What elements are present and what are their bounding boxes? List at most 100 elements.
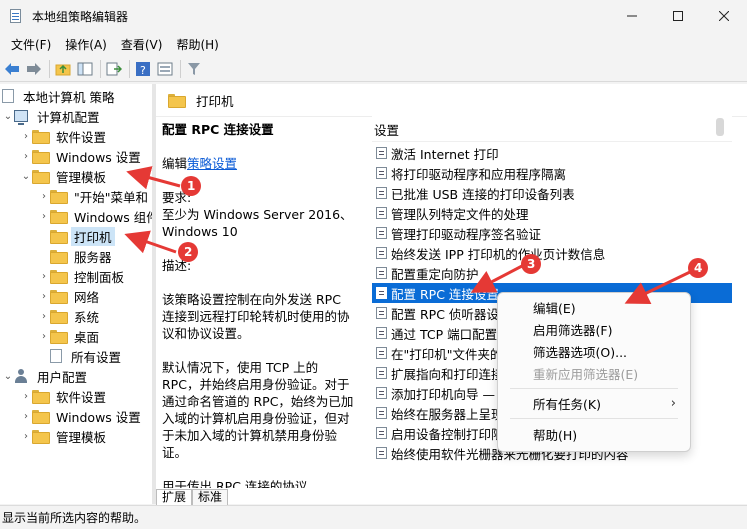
tree-item-desktop[interactable]: › 桌面 — [38, 326, 102, 346]
policy-setting-icon — [376, 227, 387, 239]
policy-setting-icon — [376, 327, 387, 339]
setting-row[interactable]: 将打印驱动程序和应用程序隔离 — [372, 163, 732, 183]
menu-file[interactable]: 文件(F) — [4, 36, 58, 53]
setting-row[interactable]: 已批准 USB 连接的打印设备列表 — [372, 183, 732, 203]
menu-item-help[interactable]: 帮助(H) — [498, 423, 690, 445]
tree-item-system[interactable]: › 系统 — [38, 306, 102, 326]
tree-item-software-settings[interactable]: › 软件设置 — [20, 126, 109, 146]
tree-item-user-software-settings[interactable]: › 软件设置 — [20, 386, 109, 406]
setting-label: 添加打印机向导 — — [391, 386, 495, 402]
menu-item-all-tasks[interactable]: 所有任务(K) › — [498, 392, 690, 414]
chevron-right-icon[interactable]: › — [38, 191, 50, 202]
edit-policy-line: 编辑策略设置 — [162, 156, 238, 171]
chevron-right-icon[interactable]: › — [20, 411, 32, 422]
menu-item-filter-options[interactable]: 筛选器选项(O)... — [498, 340, 690, 362]
policy-setting-icon — [376, 147, 387, 159]
folder-icon — [32, 150, 50, 164]
policy-editor-icon — [8, 8, 24, 24]
tree-item-user-windows-settings[interactable]: › Windows 设置 — [20, 406, 144, 426]
chevron-right-icon[interactable]: › — [20, 151, 32, 162]
settings-scrollbar[interactable] — [716, 118, 724, 136]
chevron-right-icon[interactable]: › — [38, 211, 50, 222]
chevron-right-icon[interactable]: › — [38, 331, 50, 342]
tree-item-start-menu[interactable]: › "开始"菜单和 — [38, 186, 151, 206]
menu-action[interactable]: 操作(A) — [58, 36, 114, 53]
chevron-down-icon[interactable]: ⌄ — [2, 111, 14, 122]
requirements-text: 至少为 Windows Server 2016、Windows 10 — [162, 207, 353, 239]
tree-item-windows-components[interactable]: › Windows 组件 — [38, 206, 152, 226]
folder-icon — [50, 290, 68, 304]
setting-row[interactable]: 管理打印驱动程序签名验证 — [372, 223, 732, 243]
close-button[interactable] — [701, 0, 747, 32]
minimize-icon — [627, 15, 637, 17]
menu-item-enable-filter[interactable]: 启用筛选器(F) — [498, 318, 690, 340]
edit-policy-link[interactable]: 策略设置 — [187, 156, 237, 171]
tree-item-computer-config[interactable]: ⌄ 计算机配置 — [2, 106, 103, 126]
chevron-right-icon[interactable]: › — [20, 431, 32, 442]
chevron-right-icon[interactable]: › — [38, 291, 50, 302]
tree-item-user-config[interactable]: ⌄ 用户配置 — [2, 366, 90, 386]
title-bar: 本地组策略编辑器 — [0, 0, 747, 32]
tab-standard[interactable]: 标准 — [192, 489, 229, 505]
setting-row[interactable]: 始终发送 IPP 打印机的作业页计数信息 — [372, 243, 732, 263]
setting-label: 扩展指向和打印连接 — [391, 366, 504, 382]
description-label: 描述: — [162, 258, 192, 273]
filter-button[interactable] — [184, 59, 204, 79]
chevron-right-icon[interactable]: › — [20, 131, 32, 142]
export-list-button[interactable] — [104, 59, 124, 79]
filter-icon — [188, 62, 200, 75]
tree-item-network[interactable]: › 网络 — [38, 286, 102, 306]
up-level-button[interactable] — [53, 59, 73, 79]
toolbar-separator — [100, 59, 101, 78]
tree-item-admin-templates[interactable]: ⌄ 管理模板 — [20, 166, 109, 186]
user-icon — [14, 369, 28, 383]
tree-item-server[interactable]: 服务器 — [38, 246, 115, 266]
chevron-down-icon[interactable]: ⌄ — [2, 371, 14, 382]
policy-setting-icon — [376, 407, 387, 419]
setting-label: 配置 RPC 侦听器设置 — [391, 306, 512, 322]
back-button[interactable] — [2, 59, 22, 79]
show-hide-tree-button[interactable] — [75, 59, 95, 79]
folder-icon — [50, 310, 68, 324]
settings-column-header[interactable]: 设置 — [372, 118, 732, 142]
setting-label: 在"打印机"文件夹的 — [391, 346, 503, 362]
tree-item-all-settings[interactable]: 所有设置 — [38, 346, 124, 366]
forward-button[interactable] — [24, 59, 44, 79]
menu-view[interactable]: 查看(V) — [114, 36, 170, 53]
chevron-right-icon[interactable]: › — [38, 311, 50, 322]
chevron-right-icon[interactable]: › — [20, 391, 32, 402]
folder-icon — [32, 430, 50, 444]
setting-row[interactable]: 激活 Internet 打印 — [372, 143, 732, 163]
chevron-right-icon[interactable]: › — [38, 271, 50, 282]
console-tree-icon — [77, 62, 93, 75]
tree-item-windows-settings[interactable]: › Windows 设置 — [20, 146, 144, 166]
context-menu: 编辑(E) 启用筛选器(F) 筛选器选项(O)... 重新应用筛选器(E) 所有… — [497, 292, 691, 452]
setting-row[interactable]: 管理队列特定文件的处理 — [372, 203, 732, 223]
setting-label: 激活 Internet 打印 — [391, 146, 499, 162]
tree-item-root[interactable]: 本地计算机 策略 — [2, 86, 117, 106]
setting-row[interactable]: 配置重定向防护 — [372, 263, 732, 283]
folder-icon — [50, 250, 68, 264]
minimize-button[interactable] — [609, 0, 655, 32]
menu-item-edit[interactable]: 编辑(E) — [498, 296, 690, 318]
properties-button[interactable] — [155, 59, 175, 79]
chevron-down-icon[interactable]: ⌄ — [20, 171, 32, 182]
maximize-icon — [673, 11, 683, 21]
tree-item-user-admin-templates[interactable]: › 管理模板 — [20, 426, 109, 446]
policy-setting-icon — [376, 387, 387, 399]
toolbar-separator — [180, 59, 181, 78]
tab-extended[interactable]: 扩展 — [156, 489, 193, 505]
help-button[interactable]: ? — [133, 59, 153, 79]
description-panel: 配置 RPC 连接设置 编辑策略设置 要求: 至少为 Windows Serve… — [160, 118, 354, 488]
toolbar-separator — [49, 59, 50, 78]
menu-help[interactable]: 帮助(H) — [169, 36, 225, 53]
status-bar: 显示当前所选内容的帮助。 — [0, 505, 747, 529]
tree-item-control-panel[interactable]: › 控制面板 — [38, 266, 127, 286]
folder-icon — [32, 170, 50, 184]
folder-icon — [50, 230, 68, 244]
policy-setting-icon — [376, 247, 387, 259]
folder-up-icon — [55, 64, 71, 75]
forward-arrow-icon — [27, 62, 41, 75]
tree-item-printers[interactable]: 打印机 — [38, 226, 115, 246]
maximize-button[interactable] — [655, 0, 701, 32]
